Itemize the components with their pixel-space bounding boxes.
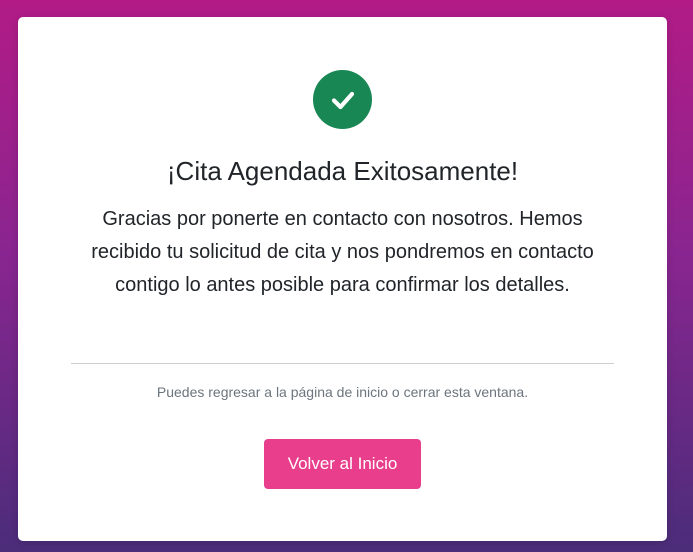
return-note: Puedes regresar a la página de inicio o … <box>156 384 529 400</box>
checkmark-icon <box>331 91 354 109</box>
divider <box>71 363 614 364</box>
check-circle-icon <box>313 70 372 129</box>
confirmation-card: ¡Cita Agendada Exitosamente! Gracias por… <box>18 17 667 541</box>
back-home-button[interactable]: Volver al Inicio <box>264 439 421 489</box>
confirmation-title: ¡Cita Agendada Exitosamente! <box>166 156 519 186</box>
confirmation-message: Gracias por ponerte en contacto con noso… <box>91 208 594 296</box>
